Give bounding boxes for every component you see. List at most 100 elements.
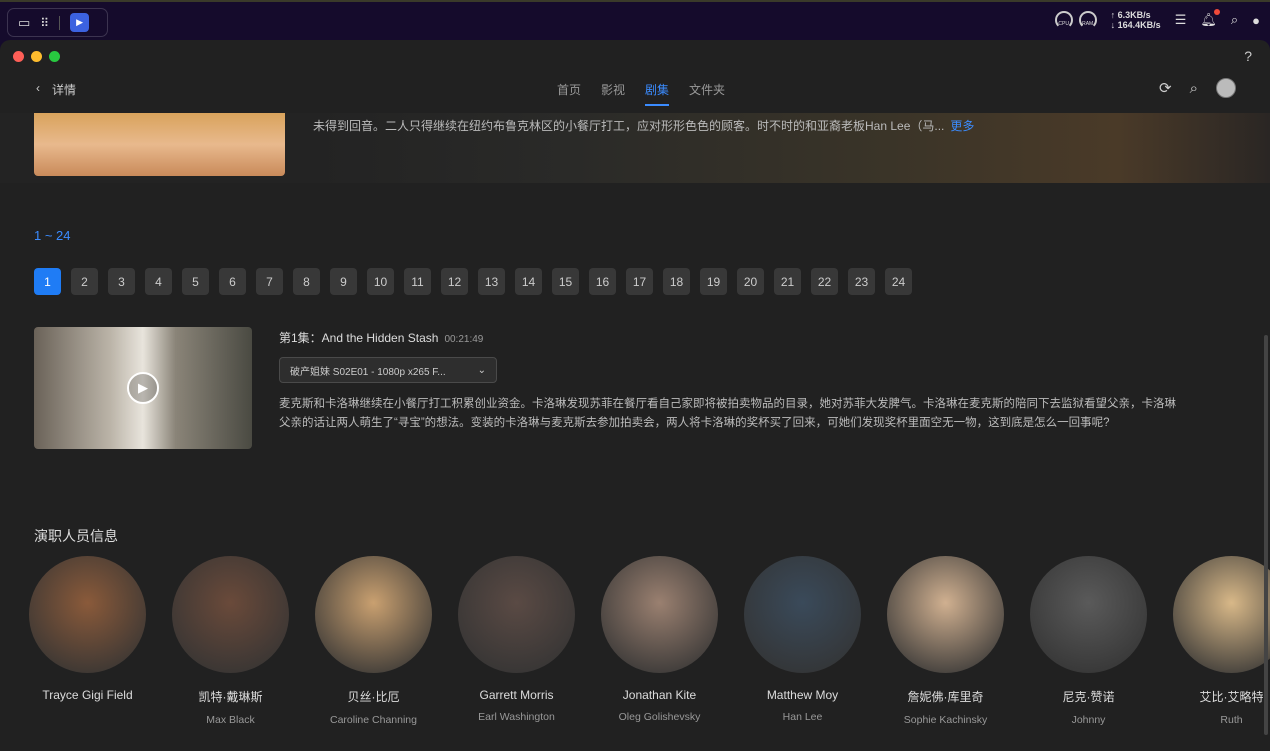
episode-button[interactable]: 5 <box>182 268 209 295</box>
cast-name: 尼克·赞诺 <box>1030 688 1147 705</box>
file-select-value: 破产姐妹 S02E01 - 1080p x265 F... <box>290 363 446 378</box>
notification-dot <box>1214 9 1220 15</box>
system-tray: CPU RAM ↑ 6.3KB/s↓ 164.4KB/s ☰ 🔔︎ ⌕ ● <box>1055 10 1260 30</box>
episode-button[interactable]: 17 <box>626 268 653 295</box>
nav-tabs: 首页 影视 剧集 文件夹 <box>557 81 725 106</box>
cpu-gauge-icon: CPU <box>1055 11 1073 29</box>
search-icon[interactable]: ⌕ <box>1190 80 1198 97</box>
episode-button[interactable]: 2 <box>71 268 98 295</box>
tab-series[interactable]: 剧集 <box>645 81 669 106</box>
cast-name: Trayce Gigi Field <box>29 688 146 702</box>
episode-button[interactable]: 13 <box>478 268 505 295</box>
cpu-label: CPU <box>1058 21 1069 27</box>
ram-label: RAM <box>1082 21 1093 27</box>
episode-thumbnail[interactable]: ▶ <box>34 327 252 449</box>
cast-member[interactable]: 凯特·戴琳斯 Max Black <box>172 556 289 726</box>
episode-button[interactable]: 21 <box>774 268 801 295</box>
series-synopsis: 未得到回音。二人只得继续在纽约布鲁克林区的小餐厅打工，应对形形色色的顾客。时不时… <box>313 117 974 134</box>
scrollbar[interactable] <box>1264 335 1268 735</box>
cast-name: 凯特·戴琳斯 <box>172 688 289 705</box>
close-button[interactable] <box>13 51 24 62</box>
cast-photo <box>1173 556 1270 673</box>
notification-bell-icon[interactable]: 🔔︎ <box>1200 12 1217 28</box>
episode-button[interactable]: 12 <box>441 268 468 295</box>
episode-description: 麦克斯和卡洛琳继续在小餐厅打工积累创业资金。卡洛琳发现苏菲在餐厅看自己家即将被拍… <box>279 395 1179 433</box>
task-list-icon[interactable]: ☰ <box>1175 12 1187 28</box>
app-window: ? 未得到回音。二人只得继续在纽约布鲁克林区的小餐厅打工，应对形形色色的顾客。时… <box>0 40 1270 751</box>
more-link[interactable]: 更多 <box>950 119 974 133</box>
upload-speed: ↑ 6.3KB/s <box>1111 10 1161 20</box>
episode-button[interactable]: 7 <box>256 268 283 295</box>
episode-title: 第1集：And the Hidden Stash 00:21:49 <box>279 329 483 346</box>
cast-heading: 演职人员信息 <box>34 526 118 546</box>
cast-member[interactable]: 贝丝·比厄Caroline Channing <box>315 556 432 726</box>
cast-name: 艾比·艾略特 <box>1173 688 1270 705</box>
video-app-icon[interactable]: ▶ <box>70 13 89 32</box>
cast-role: Han Lee <box>744 711 861 723</box>
episode-button[interactable]: 22 <box>811 268 838 295</box>
cast-member[interactable]: Jonathan KiteOleg Golishevsky <box>601 556 718 726</box>
download-speed: ↓ 164.4KB/s <box>1111 20 1161 30</box>
cast-member[interactable]: Matthew Moy Han Lee <box>744 556 861 726</box>
cast-member[interactable]: Garrett MorrisEarl Washington <box>458 556 575 726</box>
refresh-icon[interactable]: ⟳ <box>1159 79 1172 97</box>
cast-photo <box>458 556 575 673</box>
episode-button[interactable]: 16 <box>589 268 616 295</box>
episode-button[interactable]: 19 <box>700 268 727 295</box>
minimize-button[interactable] <box>31 51 42 62</box>
episode-button[interactable]: 10 <box>367 268 394 295</box>
maximize-button[interactable] <box>49 51 60 62</box>
apps-grid-icon[interactable]: ⠿ <box>40 16 49 30</box>
cast-name: 詹妮佛·库里奇 <box>887 688 1004 705</box>
episode-button[interactable]: 8 <box>293 268 320 295</box>
cast-photo <box>601 556 718 673</box>
user-icon[interactable]: ● <box>1252 13 1260 28</box>
episode-button[interactable]: 15 <box>552 268 579 295</box>
desktop-icon[interactable]: ▭ <box>18 15 30 31</box>
tab-folders[interactable]: 文件夹 <box>689 81 725 106</box>
divider <box>59 16 60 30</box>
play-icon[interactable]: ▶ <box>127 372 159 404</box>
cast-photo <box>315 556 432 673</box>
episode-button[interactable]: 18 <box>663 268 690 295</box>
episode-button[interactable]: 1 <box>34 268 61 295</box>
tab-movies[interactable]: 影视 <box>601 81 625 106</box>
cast-member[interactable]: Trayce Gigi Field <box>29 556 146 726</box>
system-top-bar: ▭ ⠿ ▶ CPU RAM ↑ 6.3KB/s↓ 164.4KB/s ☰ 🔔︎ … <box>0 0 1270 40</box>
dock: ▭ ⠿ ▶ <box>7 8 108 37</box>
file-select[interactable]: 破产姐妹 S02E01 - 1080p x265 F...⌄ <box>279 357 497 383</box>
cast-member[interactable]: 艾比·艾略特Ruth <box>1173 556 1270 726</box>
search-icon[interactable]: ⌕ <box>1231 12 1238 28</box>
episode-button[interactable]: 9 <box>330 268 357 295</box>
cast-photo <box>1030 556 1147 673</box>
cast-role: Sophie Kachinsky <box>887 714 1004 726</box>
episode-button[interactable]: 4 <box>145 268 172 295</box>
episode-button[interactable]: 23 <box>848 268 875 295</box>
ram-gauge-icon: RAM <box>1079 11 1097 29</box>
episode-range[interactable]: 1 ~ 24 <box>34 228 71 243</box>
help-button[interactable]: ? <box>1244 48 1252 64</box>
chevron-left-icon: ‹ <box>36 81 40 98</box>
cast-role: Johnny <box>1030 714 1147 726</box>
cast-photo <box>172 556 289 673</box>
episode-title-text: 第1集：And the Hidden Stash <box>279 331 438 345</box>
episode-button[interactable]: 14 <box>515 268 542 295</box>
episode-button[interactable]: 6 <box>219 268 246 295</box>
episode-button[interactable]: 3 <box>108 268 135 295</box>
tab-home[interactable]: 首页 <box>557 81 581 106</box>
cast-member[interactable]: 尼克·赞诺 Johnny <box>1030 556 1147 726</box>
episode-button[interactable]: 20 <box>737 268 764 295</box>
cast-role: Max Black <box>172 714 289 726</box>
cast-name: Matthew Moy <box>744 688 861 702</box>
episode-duration: 00:21:49 <box>444 334 483 345</box>
cast-name: Garrett Morris <box>458 688 575 702</box>
cast-member[interactable]: 詹妮佛·库里奇 Sophie Kachinsky <box>887 556 1004 726</box>
user-avatar[interactable] <box>1216 78 1236 98</box>
cast-photo <box>29 556 146 673</box>
episode-button[interactable]: 24 <box>885 268 912 295</box>
cast-photo <box>744 556 861 673</box>
window-controls <box>13 51 60 62</box>
back-button[interactable]: ‹详情 <box>36 81 76 98</box>
episode-button[interactable]: 11 <box>404 268 431 295</box>
cast-photo <box>887 556 1004 673</box>
